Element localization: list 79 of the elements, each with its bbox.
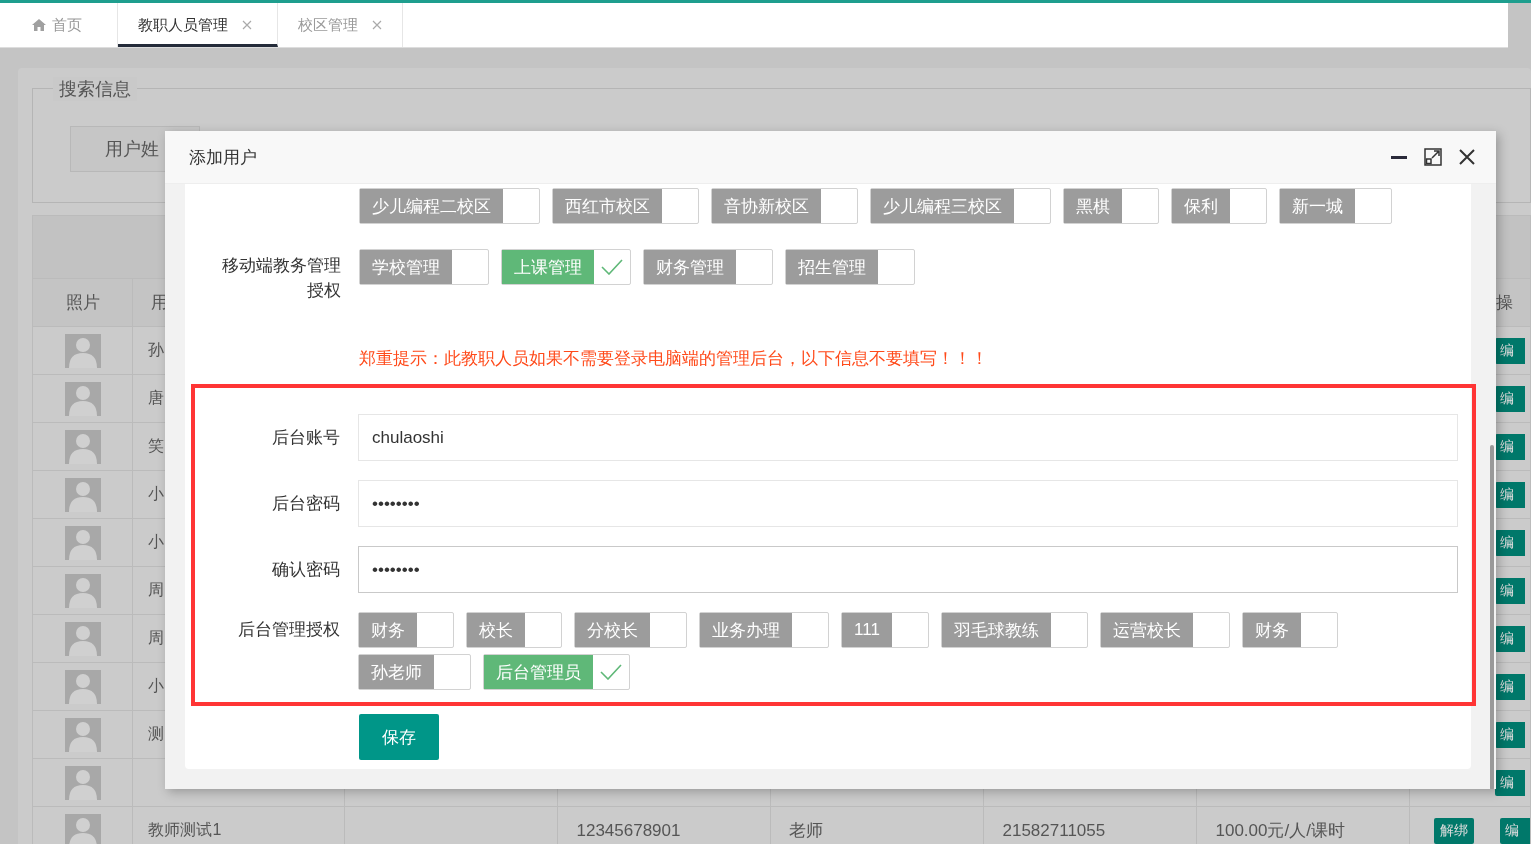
- avatar-icon: [64, 765, 101, 800]
- table-cell-text: 教师测试1: [148, 820, 222, 840]
- checkmark-icon: [600, 664, 622, 680]
- table-cell-text: 孙: [148, 340, 165, 360]
- maximize-icon[interactable]: [1424, 148, 1442, 166]
- checkbox[interactable]: 西红市校区: [552, 188, 699, 224]
- checkbox[interactable]: 111: [841, 612, 929, 648]
- checkbox[interactable]: 分校长: [574, 612, 687, 648]
- table-cell-text: 测: [148, 724, 165, 744]
- table-cell-text: 笑: [148, 436, 165, 456]
- avatar-icon: [64, 429, 101, 464]
- edit-button[interactable]: 编: [1495, 433, 1526, 460]
- field-label: 后台管理授权: [238, 619, 340, 641]
- table-cell-text: 唐: [148, 388, 165, 408]
- checkbox[interactable]: 业务办理: [699, 612, 829, 648]
- field-label: 确认密码: [272, 559, 340, 581]
- tab[interactable]: 首页: [0, 3, 118, 47]
- table-cell-text: 老师: [789, 820, 824, 842]
- checkbox[interactable]: 上课管理: [501, 249, 631, 285]
- avatar-icon: [64, 381, 101, 416]
- table-cell: 21582711055: [1002, 820, 1106, 841]
- avatar-icon: [64, 573, 101, 608]
- avatar-icon: [64, 717, 101, 752]
- edit-button[interactable]: 编: [1495, 577, 1526, 604]
- field-label: 后台密码: [272, 493, 340, 515]
- table-cell-text: 100.00元/人/课时: [1215, 820, 1345, 842]
- table-cell-text: 小: [148, 484, 165, 504]
- table-cell-text: 小: [148, 532, 165, 552]
- checkbox[interactable]: 学校管理: [359, 249, 489, 285]
- checkbox[interactable]: 黑棋: [1063, 188, 1159, 224]
- avatar-icon: [64, 669, 101, 704]
- edit-button[interactable]: 编: [1495, 673, 1526, 700]
- edit-button[interactable]: 编: [1495, 769, 1526, 796]
- tab[interactable]: 教职人员管理: [118, 3, 278, 47]
- unbind-button[interactable]: 解绑: [1434, 817, 1475, 844]
- edit-button[interactable]: 编: [1495, 625, 1526, 652]
- avatar-icon: [64, 525, 101, 560]
- checkbox[interactable]: 新一城: [1279, 188, 1392, 224]
- checkbox[interactable]: 财务: [1241, 612, 1338, 648]
- checkbox[interactable]: 音协新校区: [711, 188, 858, 224]
- table-cell-text: 周: [148, 628, 165, 648]
- checkbox[interactable]: 财务管理: [643, 249, 773, 285]
- field-label: 后台账号: [272, 427, 340, 449]
- input-field[interactable]: ••••••••: [358, 480, 1458, 527]
- edit-button[interactable]: 编: [1500, 817, 1530, 844]
- checkbox[interactable]: 孙老师: [358, 654, 471, 690]
- input-field[interactable]: chulaoshi: [358, 414, 1458, 461]
- checkmark-icon: [601, 259, 623, 275]
- avatar-icon: [64, 621, 101, 656]
- column-header: 照片: [65, 292, 100, 314]
- checkbox[interactable]: 财务: [358, 612, 454, 648]
- notice-text: 郑重提示：此教职人员如果不需要登录电脑端的管理后台，以下信息不要填写！！！: [359, 348, 988, 370]
- field-label: 移动端教务管理授权: [221, 255, 341, 302]
- checkbox[interactable]: 少儿编程三校区: [870, 188, 1051, 224]
- checkbox[interactable]: 保利: [1171, 188, 1267, 224]
- edit-button[interactable]: 编: [1495, 337, 1526, 364]
- tab[interactable]: 校区管理: [278, 3, 403, 47]
- checkbox[interactable]: 招生管理: [785, 249, 915, 285]
- save-button[interactable]: 保存: [359, 714, 439, 760]
- table-cell-text: 小: [148, 676, 165, 696]
- edit-button[interactable]: 编: [1495, 721, 1526, 748]
- checkbox[interactable]: 校长: [466, 612, 562, 648]
- checkbox[interactable]: 后台管理员: [483, 654, 630, 690]
- edit-button[interactable]: 编: [1495, 481, 1526, 508]
- avatar-icon: [64, 333, 101, 368]
- checkbox[interactable]: 运营校长: [1099, 612, 1230, 648]
- close-icon[interactable]: [1458, 148, 1476, 166]
- column-header: 操: [1496, 292, 1514, 314]
- edit-button[interactable]: 编: [1495, 385, 1526, 412]
- table-cell-text: 周: [148, 580, 165, 600]
- edit-button[interactable]: 编: [1495, 529, 1526, 556]
- search-legend: 搜索信息: [53, 77, 137, 101]
- input-field[interactable]: ••••••••: [358, 546, 1458, 593]
- checkbox[interactable]: 羽毛球教练: [940, 612, 1088, 648]
- checkbox[interactable]: 少儿编程二校区: [359, 188, 540, 224]
- scrollbar[interactable]: [1490, 445, 1494, 789]
- table-cell: 12345678901: [576, 820, 681, 841]
- home-icon: [32, 19, 46, 31]
- avatar-icon: [64, 477, 101, 512]
